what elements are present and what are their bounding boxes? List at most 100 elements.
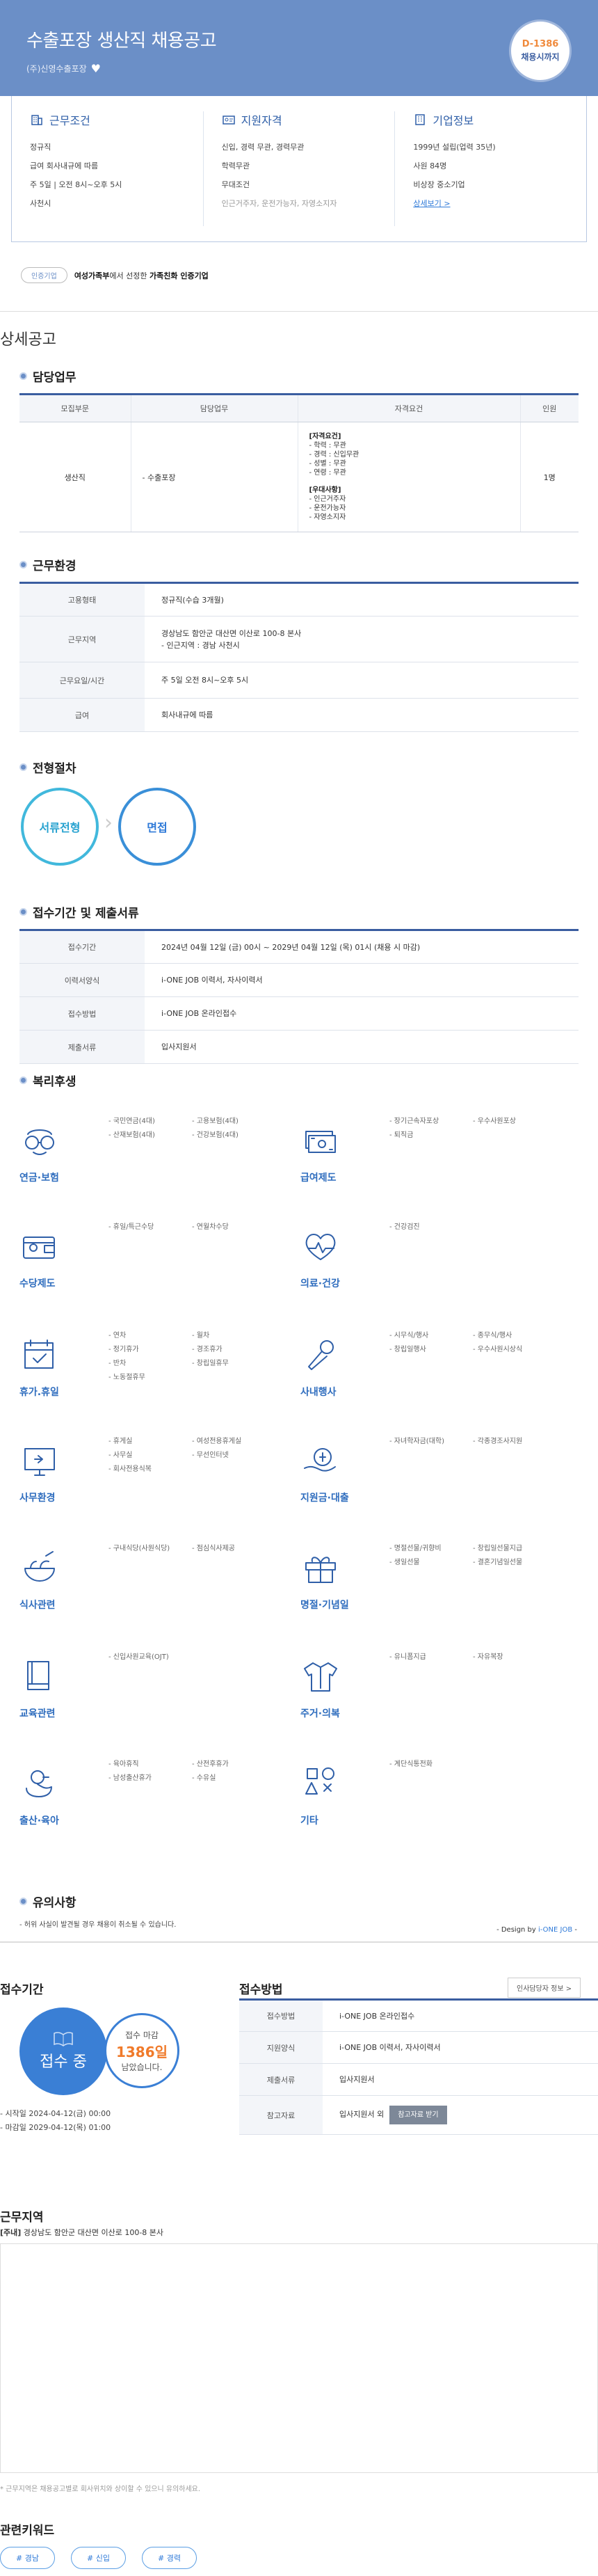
benefit-category-name: 급여제도 <box>300 1172 337 1184</box>
benefit-category-name: 수당제도 <box>19 1278 56 1289</box>
period-section: 접수기간 및 제출서류 접수기간 2024년 04월 12일 (금) 00시 ~ … <box>19 903 579 1064</box>
benefit-item: 산전후휴가 <box>192 1758 229 1772</box>
bullet-icon <box>19 908 27 916</box>
apply-method-heading: 접수방법 <box>239 1983 283 1997</box>
process-step: 면접 <box>118 788 196 866</box>
benefit-item: 노동절휴무 <box>108 1371 145 1385</box>
office-icon <box>415 114 426 125</box>
benefit-item: 남성출산휴가 <box>108 1772 152 1786</box>
glasses-icon <box>25 1129 54 1155</box>
bullet-icon <box>19 1076 27 1084</box>
benefit-item: 생일선물 <box>389 1556 420 1570</box>
gift-icon <box>305 1557 336 1583</box>
shapes-icon <box>305 1767 334 1795</box>
benefit-item: 휴일/특근수당 <box>108 1221 154 1234</box>
bowl-icon <box>24 1551 55 1582</box>
hr-contact-button[interactable]: 인사담당자 정보 > <box>508 1978 581 1998</box>
benefit-category-name: 명절·기념일 <box>300 1600 349 1611</box>
location-address: [주내] 경상남도 함안군 대산면 이산로 100-8 본사 <box>0 2228 164 2237</box>
benefit-item: 자녀학자금(대학) <box>389 1435 444 1449</box>
duck-icon <box>26 1770 52 1797</box>
benefit-item: 건강검진 <box>389 1221 420 1234</box>
benefit-item: 명절선물/귀향비 <box>389 1542 442 1556</box>
period-table: 접수기간 2024년 04월 12일 (금) 00시 ~ 2029년 04월 12… <box>19 929 579 1064</box>
benefit-item: 결혼기념일선물 <box>473 1556 522 1570</box>
benefit-category-name: 출산·육아 <box>19 1815 59 1827</box>
benefit-item: 회사전용식복 <box>108 1463 152 1477</box>
bullet-icon <box>19 561 27 569</box>
wallet-icon <box>23 1237 55 1259</box>
benefit-item: 우수사원시상식 <box>473 1343 522 1357</box>
calendar-icon <box>24 1339 54 1369</box>
benefit-category-name: 식사관련 <box>19 1600 56 1611</box>
benefit-category-name: 연금·보험 <box>19 1172 59 1184</box>
benefit-item: 계단식통전화 <box>389 1758 433 1772</box>
benefit-item: 사무실 <box>108 1449 133 1463</box>
job-header: 수출포장 생산직 채용공고 (주)신영수출포장 ♥ D-1386 채용시까지 <box>0 0 598 96</box>
benefit-item: 자유복장 <box>473 1651 503 1664</box>
apply-dates: - 시작일 2024-04-12(금) 00:00 - 마감일 2029-04-… <box>0 2109 111 2132</box>
location-note: * 근무지역은 채용공고별로 회사위치와 상이할 수 있으니 유의하세요. <box>0 2486 201 2493</box>
duty-table: 모집부문 담당업무 자격요건 인원 생산직 - 수출포장 [자격요건] - 학력… <box>19 393 579 532</box>
company-info-summary: 기업정보 1999년 설립(업력 35년) 사원 84명 비상장 중소기업 상세… <box>413 114 496 208</box>
work-conditions-summary: 근무조건 정규직 급여 회사내규에 따름 주 5일 | 오전 8시~오후 5시 … <box>12 111 204 226</box>
divider <box>0 1941 598 1943</box>
benefit-item: 종무식/행사 <box>473 1329 512 1343</box>
company-name[interactable]: (주)신영수출포장 ♥ <box>26 62 572 75</box>
certification-badge: 인증기업 <box>21 267 67 283</box>
benefit-item: 구내식당(사원식당) <box>108 1542 170 1556</box>
benefit-item: 반차 <box>108 1357 126 1371</box>
microphone-icon <box>308 1340 334 1370</box>
benefit-category-name: 사내행사 <box>300 1387 337 1398</box>
benefit-item: 장기근속자포상 <box>389 1115 439 1129</box>
benefit-item: 시무식/행사 <box>389 1329 428 1343</box>
benefit-item: 창립일행사 <box>389 1343 426 1357</box>
benefit-item: 휴게실 <box>108 1435 133 1449</box>
coin-hand-icon <box>304 1448 336 1472</box>
benefit-item: 정기휴가 <box>108 1343 139 1357</box>
chevron-right-icon: › <box>104 811 113 835</box>
benefit-item: 산재보험(4대) <box>108 1129 155 1143</box>
keyword-tag[interactable]: # 경남 <box>0 2547 55 2569</box>
notice-section: 유의사항 - 허위 사실이 발견될 경우 채용이 취소될 수 있습니다. <box>19 1893 579 1929</box>
bullet-icon <box>19 372 27 380</box>
notice-text: - 허위 사실이 발견될 경우 채용이 취소될 수 있습니다. <box>19 1921 177 1929</box>
process-step: 서류전형 <box>21 788 99 866</box>
benefit-item: 우수사원포상 <box>473 1115 516 1129</box>
status-badge: 접수 중 <box>19 2007 107 2095</box>
benefits-section: 복리후생 연금·보험국민연금(4대)고용보험(4대)산재보험(4대)건강보험(4… <box>19 1072 579 1837</box>
benefit-category-name: 사무환경 <box>19 1493 56 1504</box>
download-reference-button[interactable]: 참고자료 받기 <box>389 2106 447 2124</box>
benefit-item: 창립일선물지급 <box>473 1542 522 1556</box>
benefit-item: 점심식사제공 <box>192 1542 235 1556</box>
benefit-item: 무선인터넷 <box>192 1449 229 1463</box>
bullet-icon <box>19 1898 27 1905</box>
benefit-item: 여성전용휴게실 <box>192 1435 241 1449</box>
benefit-item: 각종경조사지원 <box>473 1435 522 1449</box>
qualifications-summary: 지원자격 신입, 경력 무관, 경력무관 학력무관 무대조건 인근거주자, 운전… <box>204 111 396 226</box>
monitor-icon <box>24 1448 55 1476</box>
money-icon <box>305 1131 336 1153</box>
divider <box>0 311 598 312</box>
company-detail-link[interactable]: 상세보기 > <box>413 199 450 208</box>
benefit-item: 월차 <box>192 1329 209 1343</box>
keyword-tag[interactable]: # 경력 <box>142 2547 197 2569</box>
apply-method-table: 접수방법 i-ONE JOB 온라인접수 지원양식 i-ONE JOB 이력서, 자… <box>239 1998 598 2135</box>
bullet-icon <box>19 763 27 771</box>
keyword-tag[interactable]: # 신입 <box>71 2547 126 2569</box>
dday-badge: D-1386 채용시까지 <box>509 19 572 82</box>
deadline-badge: 접수 마감 1386일 남았습니다. <box>104 2013 179 2088</box>
heart-icon[interactable]: ♥ <box>91 62 101 75</box>
benefit-item: 국민연금(4대) <box>108 1115 155 1129</box>
book-icon <box>27 1661 49 1690</box>
shirt-icon <box>304 1662 337 1692</box>
benefit-item: 경조휴가 <box>192 1343 223 1357</box>
benefit-item: 건강보험(4대) <box>192 1129 239 1143</box>
map-view[interactable] <box>0 2243 598 2473</box>
location-heading: 근무지역 <box>0 2211 44 2225</box>
benefit-item: 수유실 <box>192 1772 216 1786</box>
building-icon <box>31 115 42 125</box>
benefit-item: 신입사원교육(OJT) <box>108 1651 169 1664</box>
heart-icon <box>305 1234 336 1260</box>
benefit-category-name: 기타 <box>300 1815 318 1827</box>
